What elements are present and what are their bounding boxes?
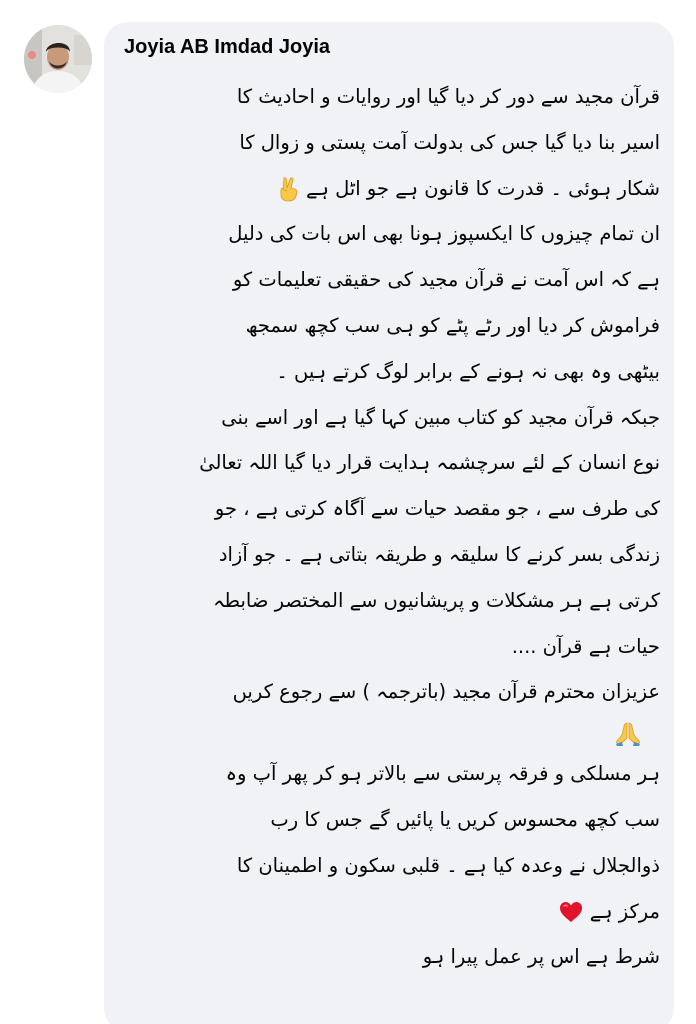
comment-line: قرآن مجید سے دور کر دیا گیا اور روایات و…: [236, 85, 660, 108]
comment-line: جبکہ قرآن مجید کو کتاب مبین کہا گیا ہے ا…: [221, 405, 660, 429]
comment-bubble: Joyia AB Imdad Joyia قرآن مجید سے دور کر…: [104, 22, 674, 1024]
comment-line: فراموش کر دیا اور رٹے پٹے کو ہی سب کچھ س…: [245, 313, 660, 337]
comment-line: زندگی بسر کرنے کا سلیقہ و طریقہ بتاتی ہے…: [218, 542, 660, 566]
comment-line: اسیر بنا دیا گیا جس کی بدولت آمت پستی و …: [239, 130, 660, 154]
emoji-line: [118, 715, 660, 751]
comment-line: ان تمام چیزوں کا ایکسپوز ہونا بھی اس بات…: [228, 222, 660, 246]
comment-line: کرتی ہے ہر مشکلات و پریشانیوں سے المختصر…: [213, 588, 660, 612]
comment-line-text: مرکز ہے: [589, 899, 660, 923]
red-heart-icon: [558, 900, 584, 924]
comment-line: ہے کہ اس آمت نے قرآن مجید کی حقیقی تعلیم…: [232, 268, 660, 292]
comment-line: ہر مسلکی و فرقہ پرستی سے بالاتر ہو کر پھ…: [225, 762, 660, 786]
avatar[interactable]: [24, 25, 92, 93]
comment-line: عزیزان محترم قرآن مجید (باترجمہ ) سے رجو…: [232, 680, 660, 704]
comment-line: ذوالجلال نے وعدہ کیا ہے ۔ قلبی سکون و اط…: [236, 853, 660, 877]
profile-photo: [24, 25, 92, 93]
comment-line-with-emoji: شکار ہوئی ۔ قدرت کا قانون ہے جو اٹل ہے: [118, 166, 660, 212]
folded-hands-icon: [614, 721, 642, 747]
comment-line: نوع انسان کے لئے سرچشمہ ہدایت قرار دیا گ…: [199, 451, 660, 475]
comment-body: قرآن مجید سے دور کر دیا گیا اور روایات و…: [118, 74, 660, 980]
comment-line: حیات ہے قرآن ....: [511, 634, 660, 658]
victory-hand-icon: [278, 176, 300, 202]
comment-author[interactable]: Joyia AB Imdad Joyia: [124, 36, 330, 59]
comment-line-with-emoji: مرکز ہے: [118, 889, 660, 935]
comment-line: سب کچھ محسوس کریں یا پائیں گے جس کا رب: [270, 807, 660, 831]
comment-line-text: شکار ہوئی ۔ قدرت کا قانون ہے جو اٹل ہے: [306, 176, 660, 200]
comment-line: کی طرف سے ، جو مقصد حیات سے آگاہ کرتی ہے…: [214, 497, 660, 521]
comment-line: شرط ہے اس پر عمل پیرا ہو: [422, 945, 660, 969]
comment-line: بیٹھی وہ بھی نہ ہونے کے برابر لوگ کرتے ہ…: [276, 359, 660, 383]
